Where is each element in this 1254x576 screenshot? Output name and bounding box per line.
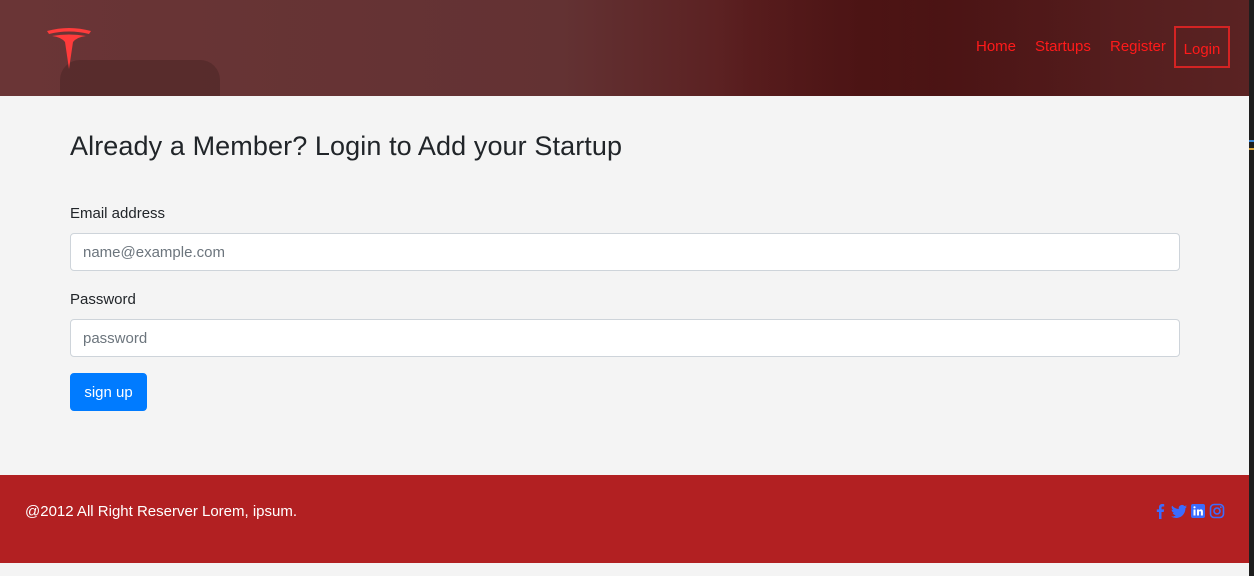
page: Home Startups Register Login Already a M… (0, 0, 1249, 576)
sign-up-button[interactable]: sign up (70, 373, 147, 411)
facebook-icon[interactable] (1152, 503, 1168, 519)
social-links (1152, 503, 1225, 519)
nav-startups-link[interactable]: Startups (1035, 38, 1091, 55)
site-footer: @2012 All Right Reserver Lorem, ipsum. (0, 475, 1249, 563)
copyright-text: @2012 All Right Reserver Lorem, ipsum. (25, 503, 298, 520)
window-edge-strip (1249, 0, 1254, 576)
nav-home-link[interactable]: Home (976, 38, 1016, 55)
linkedin-icon[interactable] (1190, 503, 1206, 519)
nav-register-link[interactable]: Register (1110, 38, 1166, 55)
email-field[interactable] (70, 233, 1180, 271)
nav-login-button[interactable]: Login (1174, 26, 1230, 68)
password-label: Password (70, 291, 136, 308)
instagram-icon[interactable] (1209, 503, 1225, 519)
password-field[interactable] (70, 319, 1180, 357)
site-header: Home Startups Register Login (0, 0, 1249, 96)
twitter-icon[interactable] (1171, 503, 1187, 519)
page-title: Already a Member? Login to Add your Star… (70, 131, 623, 161)
email-label: Email address (70, 205, 166, 222)
tesla-logo-icon[interactable] (44, 25, 94, 71)
page-bottom-edge (0, 563, 1249, 576)
